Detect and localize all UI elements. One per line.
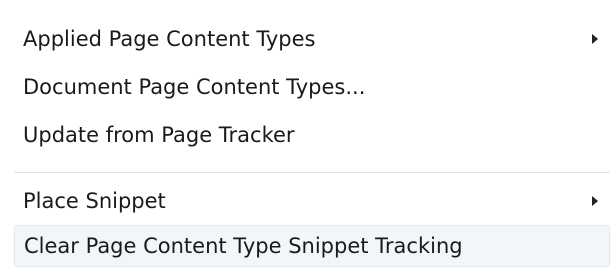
submenu-arrow-icon xyxy=(592,196,598,206)
menu-item-place-snippet[interactable]: Place Snippet xyxy=(14,180,610,222)
menu-item-update-from-page-tracker[interactable]: Update from Page Tracker xyxy=(14,114,610,156)
submenu-arrow-icon xyxy=(592,34,598,44)
menu-item-label: Place Snippet xyxy=(23,189,166,213)
menu-item-applied-page-content-types[interactable]: Applied Page Content Types xyxy=(14,18,610,60)
menu-item-label: Update from Page Tracker xyxy=(23,123,295,147)
menu-item-clear-page-content-type-snippet-tracking[interactable]: Clear Page Content Type Snippet Tracking xyxy=(14,225,610,267)
context-menu: Applied Page Content Types Document Page… xyxy=(0,0,610,274)
menu-item-label: Applied Page Content Types xyxy=(23,27,316,51)
menu-separator xyxy=(14,172,610,174)
menu-item-label: Document Page Content Types... xyxy=(23,75,366,99)
menu-item-document-page-content-types[interactable]: Document Page Content Types... xyxy=(14,66,610,108)
menu-item-label: Clear Page Content Type Snippet Tracking xyxy=(24,234,463,258)
